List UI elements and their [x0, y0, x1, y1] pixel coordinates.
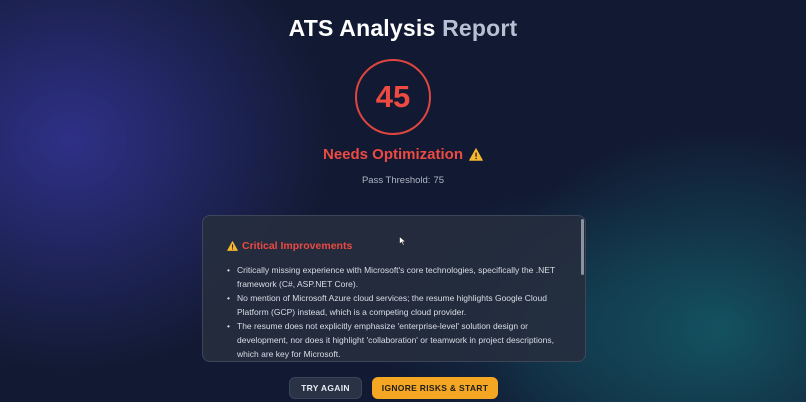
- score-status: Needs Optimization: [0, 146, 806, 163]
- list-item: No mention of Microsoft Azure cloud serv…: [227, 291, 567, 319]
- pass-threshold-label: Pass Threshold:: [361, 175, 431, 186]
- page-title-accent: Report: [442, 15, 518, 41]
- pass-threshold: Pass Threshold: 75: [0, 175, 806, 186]
- critical-improvements-list: Critically missing experience with Micro…: [227, 263, 567, 361]
- score-ring: 45: [355, 59, 431, 135]
- critical-improvements-card: Critical Improvements Critically missing…: [202, 215, 586, 362]
- pass-threshold-value: 75: [433, 175, 445, 186]
- score-status-text: Needs Optimization: [322, 146, 464, 163]
- list-item: Critically missing experience with Micro…: [227, 263, 567, 291]
- critical-improvements-heading: Critical Improvements: [227, 240, 352, 252]
- list-item: The resume does not explicitly emphasize…: [227, 319, 567, 361]
- warning-triangle-icon: [469, 148, 483, 161]
- mouse-cursor-icon: [399, 236, 407, 246]
- ignore-risks-start-button[interactable]: IGNORE RISKS & START: [372, 377, 498, 399]
- card-scrollbar[interactable]: [581, 219, 584, 275]
- warning-triangle-icon: [227, 241, 238, 251]
- page-title-main: ATS Analysis: [288, 15, 436, 41]
- critical-improvements-title: Critical Improvements: [242, 240, 353, 252]
- try-again-button[interactable]: TRY AGAIN: [289, 377, 362, 399]
- page-title: ATS Analysis Report: [0, 15, 806, 42]
- score-value: 45: [375, 79, 411, 114]
